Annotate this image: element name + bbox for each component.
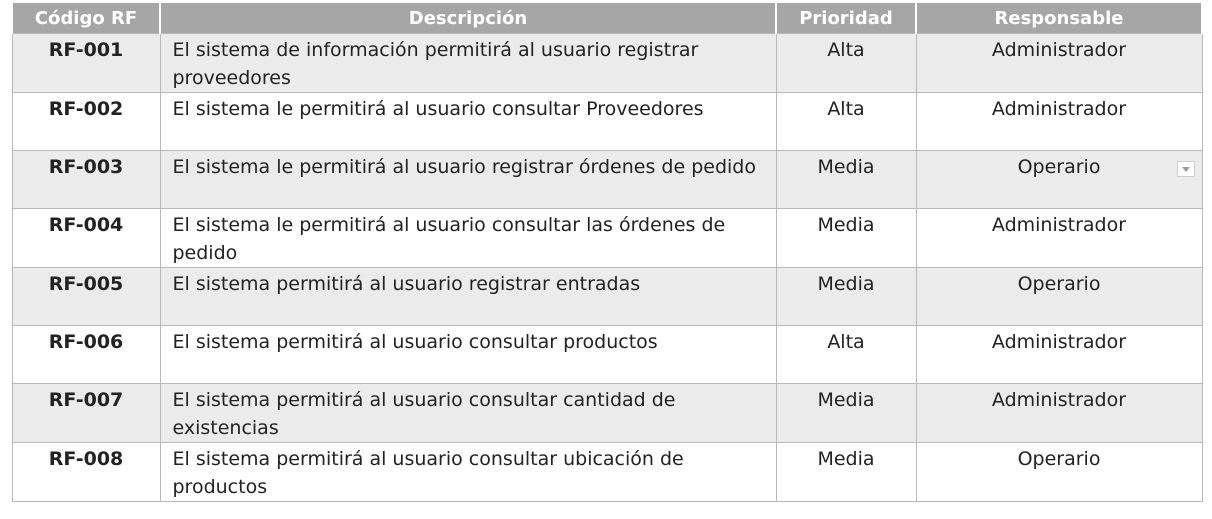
code-cell: RF-004: [11, 208, 161, 268]
description-cell: El sistema permitirá al usuario consulta…: [159, 383, 777, 443]
priority-cell: Alta: [775, 325, 917, 384]
priority-cell: Media: [775, 383, 917, 443]
responsible-cell: Administrador: [915, 208, 1203, 268]
table-row: RF-005 El sistema permitirá al usuario r…: [11, 267, 1203, 326]
responsible-cell: Operario: [915, 442, 1203, 502]
priority-cell: Media: [775, 150, 917, 209]
responsible-cell: Administrador: [915, 33, 1203, 93]
requirements-table: Código RF Descripción Prioridad Responsa…: [11, 3, 1203, 502]
chevron-down-icon[interactable]: [1176, 161, 1195, 177]
responsible-cell: Administrador: [915, 325, 1203, 384]
requirements-table-container: Código RF Descripción Prioridad Responsa…: [11, 3, 1203, 502]
responsible-cell: Administrador: [915, 92, 1203, 151]
header-responsible: Responsable: [915, 3, 1203, 34]
priority-cell: Media: [775, 208, 917, 268]
table-row: RF-006 El sistema permitirá al usuario c…: [11, 325, 1203, 384]
code-cell: RF-006: [11, 325, 161, 384]
table-row: RF-003 El sistema le permitirá al usuari…: [11, 150, 1203, 209]
header-code: Código RF: [11, 3, 161, 34]
table-row: RF-002 El sistema le permitirá al usuari…: [11, 92, 1203, 151]
priority-cell: Alta: [775, 92, 917, 151]
description-cell: El sistema permitirá al usuario registra…: [159, 267, 777, 326]
code-cell: RF-002: [11, 92, 161, 151]
table-row: RF-008 El sistema permitirá al usuario c…: [11, 442, 1203, 502]
code-cell: RF-005: [11, 267, 161, 326]
description-cell: El sistema permitirá al usuario consulta…: [159, 325, 777, 384]
header-priority: Prioridad: [775, 3, 917, 34]
header-description: Descripción: [159, 3, 777, 34]
description-cell: El sistema le permitirá al usuario regis…: [159, 150, 777, 209]
code-cell: RF-001: [11, 33, 161, 93]
description-cell: El sistema de información permitirá al u…: [159, 33, 777, 93]
priority-cell: Media: [775, 442, 917, 502]
header-row: Código RF Descripción Prioridad Responsa…: [11, 3, 1203, 34]
priority-cell: Media: [775, 267, 917, 326]
code-cell: RF-003: [11, 150, 161, 209]
table-row: RF-001 El sistema de información permiti…: [11, 33, 1203, 93]
description-cell: El sistema le permitirá al usuario consu…: [159, 208, 777, 268]
description-cell: El sistema le permitirá al usuario consu…: [159, 92, 777, 151]
priority-cell: Alta: [775, 33, 917, 93]
code-cell: RF-007: [11, 383, 161, 443]
table-row: RF-004 El sistema le permitirá al usuari…: [11, 208, 1203, 268]
responsible-value: Operario: [1017, 156, 1101, 178]
responsible-cell: Administrador: [915, 383, 1203, 443]
description-cell: El sistema permitirá al usuario consulta…: [159, 442, 777, 502]
responsible-cell-dropdown[interactable]: Operario: [915, 150, 1203, 209]
table-row: RF-007 El sistema permitirá al usuario c…: [11, 383, 1203, 443]
code-cell: RF-008: [11, 442, 161, 502]
responsible-cell: Operario: [915, 267, 1203, 326]
